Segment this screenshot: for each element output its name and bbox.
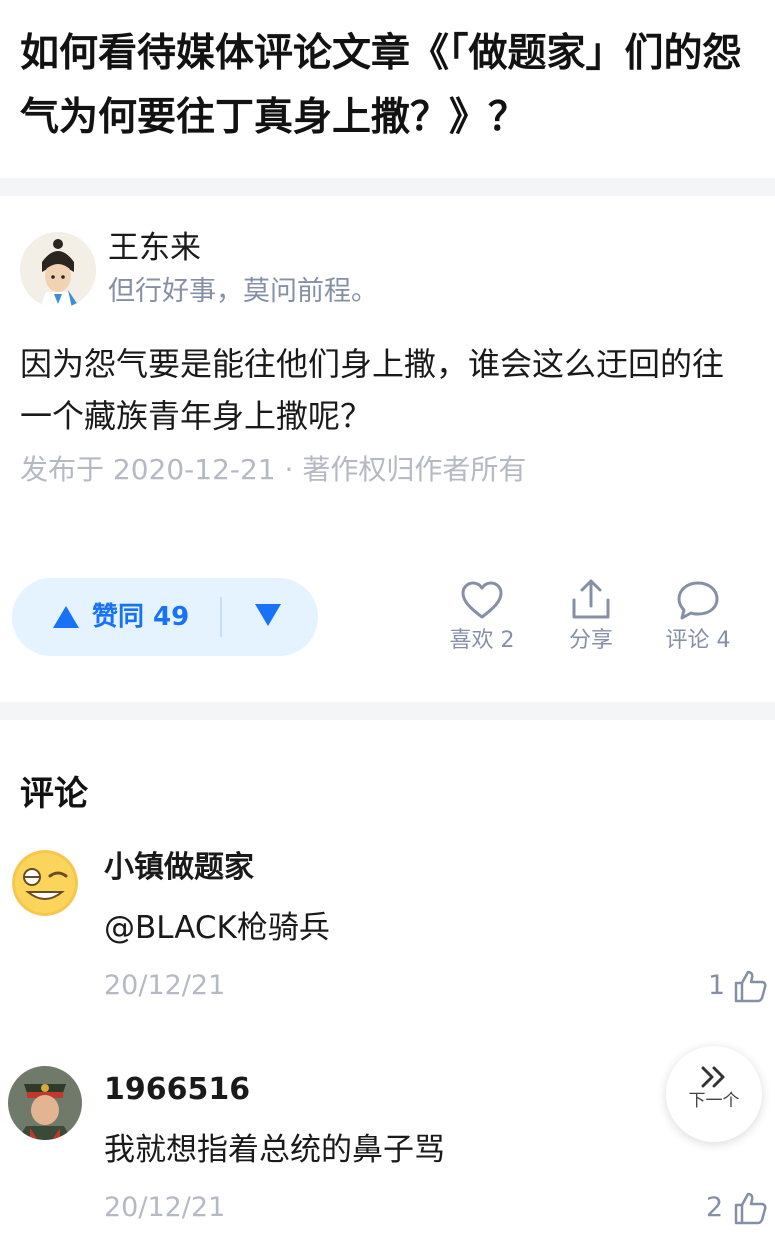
author-avatar-image xyxy=(20,232,96,308)
comment-button[interactable]: 评论 4 xyxy=(653,580,743,656)
comment-bubble-icon xyxy=(677,581,719,620)
thumbs-up-icon xyxy=(734,970,767,1003)
commenter-avatar[interactable] xyxy=(12,850,78,916)
profile-photo-icon xyxy=(8,1066,82,1140)
author-avatar[interactable] xyxy=(20,232,96,308)
upvote-button[interactable]: 赞同 49 xyxy=(12,578,220,656)
comment-label: 评论 4 xyxy=(665,628,731,653)
commenter-name[interactable]: 小镇做题家 xyxy=(104,848,254,888)
commenter-avatar[interactable] xyxy=(8,1066,82,1140)
comment-date: 20/12/21 xyxy=(104,970,226,1001)
emoji-face-icon xyxy=(12,850,78,916)
next-answer-label: 下一个 xyxy=(688,1091,740,1111)
commenter-name[interactable]: 1966516 xyxy=(104,1070,250,1110)
comment-text: 我就想指着总统的鼻子骂 xyxy=(104,1132,445,1168)
comment-like-button[interactable]: 2 xyxy=(704,1188,770,1228)
comment-like-count: 1 xyxy=(708,970,726,1001)
share-button[interactable]: 分享 xyxy=(546,578,636,656)
comment-text: @BLACK枪骑兵 xyxy=(104,910,330,946)
like-label: 喜欢 2 xyxy=(449,628,515,653)
thumbs-up-icon xyxy=(734,1192,767,1225)
comment-like-count: 2 xyxy=(706,1192,724,1223)
upvote-label: 赞同 49 xyxy=(92,602,190,632)
comment-like-button[interactable]: 1 xyxy=(706,966,770,1006)
downvote-button[interactable] xyxy=(224,578,318,656)
author-name[interactable]: 王东来 xyxy=(108,228,201,268)
triangle-down-icon xyxy=(255,604,281,626)
double-chevron-right-icon xyxy=(701,1066,725,1088)
comment-date: 20/12/21 xyxy=(104,1192,226,1223)
question-title[interactable]: 如何看待媒体评论文章《「做题家」们的怨气为何要往丁真身上撒？》？ xyxy=(20,22,760,150)
triangle-up-icon xyxy=(53,606,79,628)
vote-control: 赞同 49 xyxy=(12,578,318,656)
comments-heading: 评论 xyxy=(20,774,88,814)
like-button[interactable]: 喜欢 2 xyxy=(437,580,527,656)
answer-meta: 发布于 2020-12-21 · 著作权归作者所有 xyxy=(20,453,527,486)
next-answer-button[interactable]: 下一个 xyxy=(666,1046,762,1142)
share-label: 分享 xyxy=(568,628,613,653)
share-icon xyxy=(572,579,610,619)
answer-content: 因为怨气要是能往他们身上撒，谁会这么迂回的往一个藏族青年身上撒呢？ xyxy=(20,345,725,435)
heart-icon xyxy=(461,581,503,619)
section-divider xyxy=(0,178,775,196)
author-bio: 但行好事，莫问前程。 xyxy=(108,276,378,307)
section-divider xyxy=(0,702,775,720)
vote-divider xyxy=(220,597,222,637)
